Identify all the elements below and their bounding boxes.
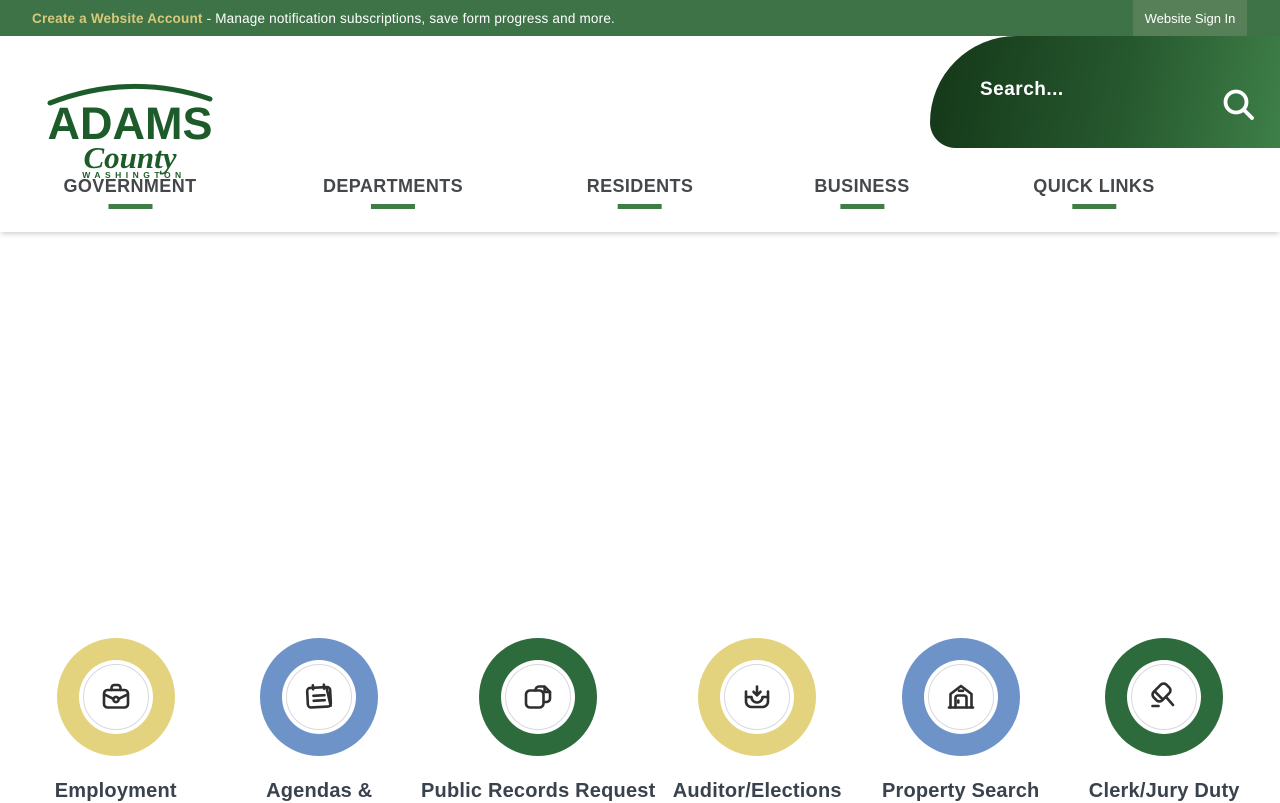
inbox-icon <box>739 679 775 715</box>
quicklink-inner-circle <box>923 660 998 734</box>
hero-section <box>0 232 1280 630</box>
nav-label: RESIDENTS <box>586 176 694 196</box>
website-sign-in-button[interactable]: Website Sign In <box>1133 0 1247 36</box>
house-icon <box>943 679 979 715</box>
nav-underline <box>370 204 415 209</box>
quicklink-clerk-jury-duty[interactable]: Clerk/Jury Duty <box>1062 638 1266 803</box>
nav-underline <box>1072 204 1116 209</box>
nav-label: GOVERNMENT <box>63 176 197 196</box>
main-nav: GOVERNMENT DEPARTMENTS RESIDENTS BUSINES… <box>0 176 1280 232</box>
quicklink-agendas-minutes[interactable]: Agendas & <box>218 638 422 803</box>
nav-item-business[interactable]: BUSINESS <box>814 176 909 209</box>
nav-label: BUSINESS <box>814 176 910 196</box>
quicklink-public-records-request[interactable]: Public Records Request <box>421 638 655 803</box>
site-header: ADAMS County WASHINGTON GOVERNMENT DEPAR… <box>0 36 1280 232</box>
quicklink-ring <box>260 638 379 756</box>
nav-underline <box>107 204 152 209</box>
nav-label: DEPARTMENTS <box>322 176 464 196</box>
nav-item-residents[interactable]: RESIDENTS <box>587 176 694 209</box>
quicklink-ring <box>479 638 598 756</box>
documents-icon <box>520 679 556 715</box>
search-icon <box>1222 89 1256 125</box>
quicklink-ring <box>1105 638 1224 756</box>
account-promo-description: - Manage notification subscriptions, sav… <box>206 10 615 26</box>
quicklink-inner-circle <box>282 660 357 734</box>
quicklink-property-search[interactable]: Property Search <box>859 638 1063 803</box>
briefcase-icon <box>98 679 134 715</box>
quicklink-inner-circle <box>1127 660 1202 734</box>
quicklink-employment[interactable]: Employment <box>14 638 218 803</box>
quicklink-inner-circle <box>720 660 795 734</box>
utility-bar: Create a Website Account - Manage notifi… <box>0 0 1280 36</box>
notepad-icon <box>301 679 337 715</box>
gavel-icon <box>1146 679 1182 715</box>
account-promo-text: Create a Website Account - Manage notifi… <box>32 11 615 26</box>
search-button[interactable] <box>1222 88 1256 122</box>
nav-item-quick-links[interactable]: QUICK LINKS <box>1033 176 1154 209</box>
nav-item-departments[interactable]: DEPARTMENTS <box>323 176 463 209</box>
quicklink-ring <box>698 638 817 756</box>
quicklink-inner-circle <box>78 660 153 734</box>
nav-label: QUICK LINKS <box>1033 176 1155 196</box>
quicklink-ring <box>901 638 1020 756</box>
quicklink-inner-circle <box>501 660 576 734</box>
nav-item-government[interactable]: GOVERNMENT <box>63 176 196 209</box>
quick-links-row: Employment Agendas & Public Records Requ… <box>14 638 1266 803</box>
search-input[interactable] <box>980 70 1170 110</box>
quicklink-ring <box>56 638 175 756</box>
search-bar <box>930 36 1280 148</box>
create-account-link[interactable]: Create a Website Account <box>32 11 203 26</box>
nav-underline <box>618 204 662 209</box>
adams-county-logo[interactable]: ADAMS County WASHINGTON <box>46 76 214 180</box>
nav-underline <box>839 204 884 209</box>
quicklink-auditor-elections[interactable]: Auditor/Elections <box>655 638 859 803</box>
